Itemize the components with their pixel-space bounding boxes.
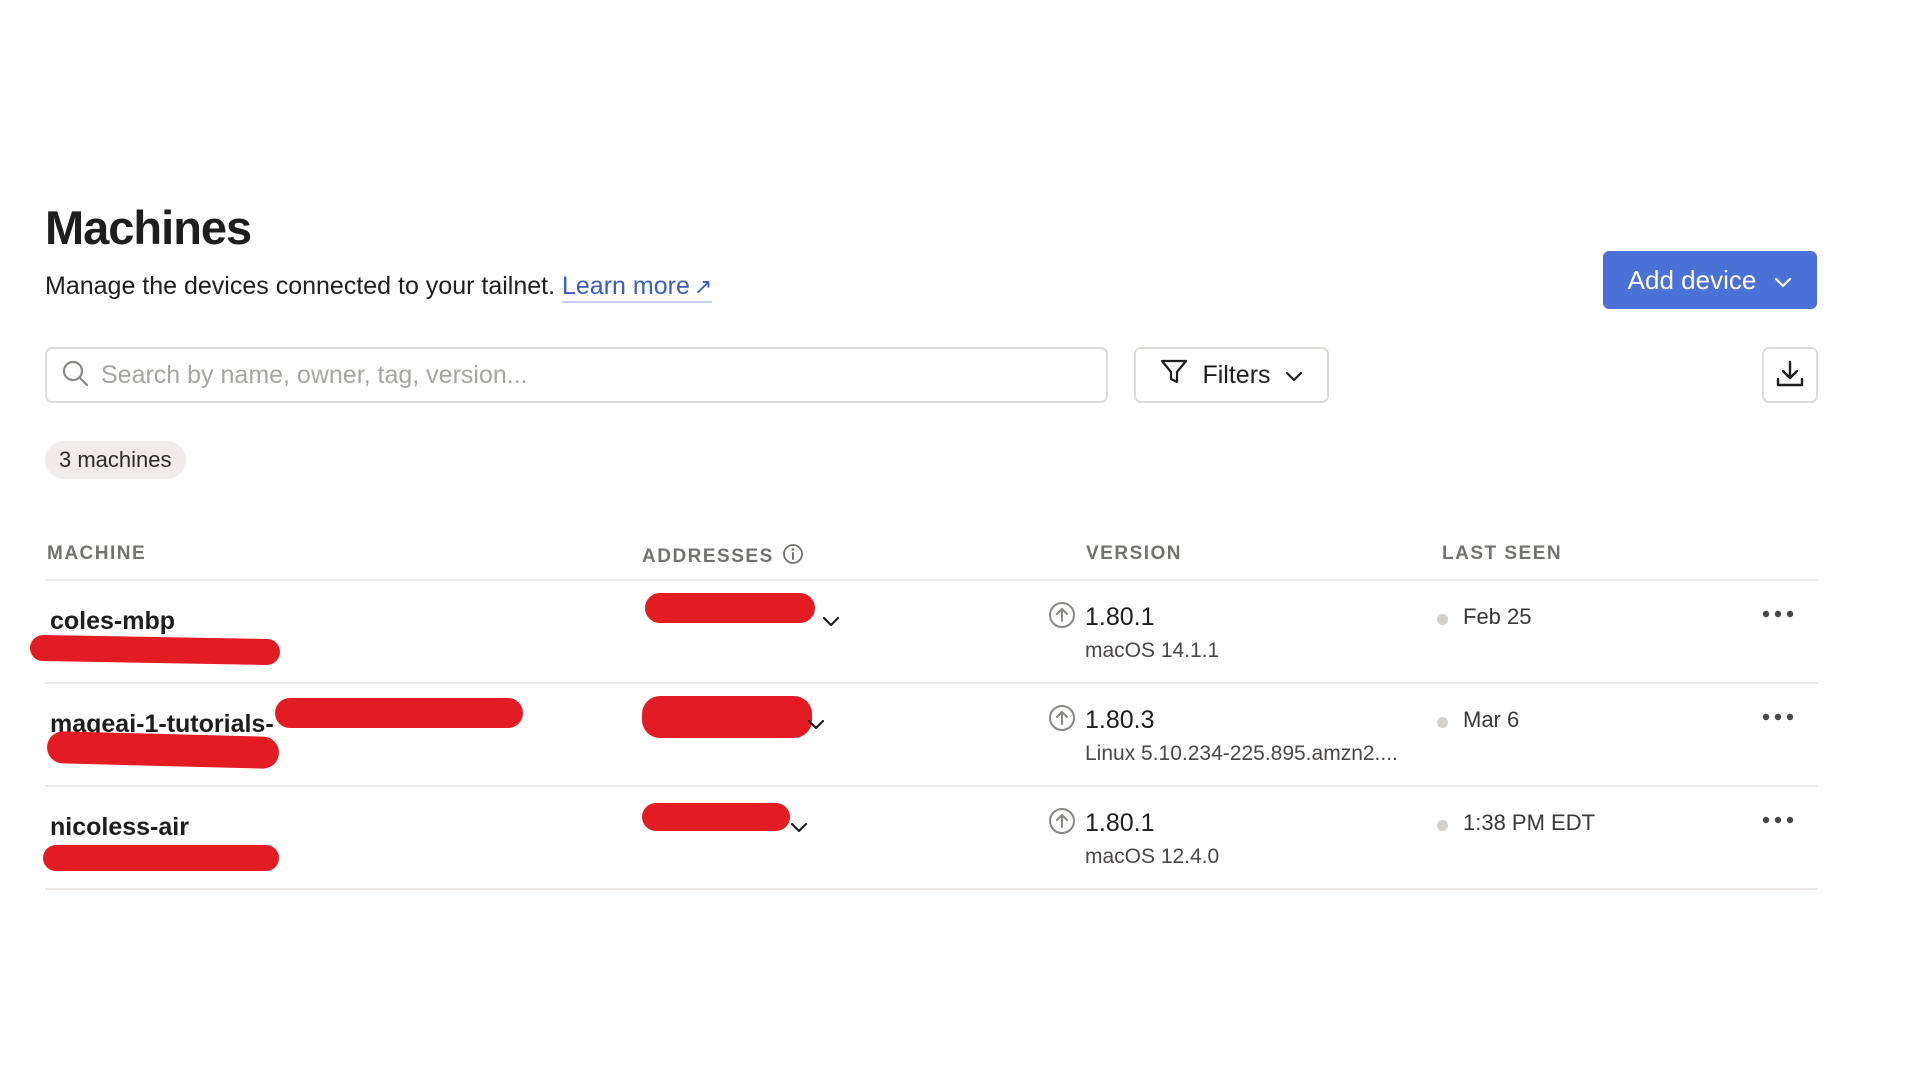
chevron-down-icon[interactable] — [807, 718, 825, 736]
update-available-icon[interactable] — [1048, 807, 1076, 840]
search-box[interactable] — [45, 347, 1108, 403]
more-options-icon[interactable] — [1756, 805, 1800, 835]
redaction-mark — [29, 634, 281, 666]
learn-more-label: Learn more — [562, 272, 690, 300]
column-label: MACHINE — [47, 543, 147, 564]
chevron-down-icon — [1285, 361, 1303, 390]
update-available-icon[interactable] — [1048, 601, 1076, 634]
machines-table: MACHINE ADDRESSES VERSION LAST SEEN cole… — [29, 535, 1818, 890]
column-label: LAST SEEN — [1442, 543, 1563, 564]
page-title: Machines — [45, 201, 252, 254]
status-dot — [1437, 717, 1448, 728]
more-options-icon[interactable] — [1756, 702, 1800, 732]
filters-label: Filters — [1202, 360, 1271, 389]
filters-button[interactable]: Filters — [1134, 347, 1329, 403]
last-seen: 1:38 PM EDT — [1463, 810, 1596, 835]
column-header-machine[interactable]: MACHINE — [47, 543, 146, 565]
external-link-icon: ↗ — [693, 274, 713, 299]
table-row[interactable]: mageai-1-tutorials- 1.80.3 Linux 5.10.23… — [45, 684, 1818, 787]
version-number: 1.80.1 — [1085, 603, 1155, 631]
table-row[interactable]: coles-mbp 1.80.1 macOS 14.1.1 Feb 25 — [29, 581, 1818, 684]
column-label: ADDRESSES — [642, 546, 774, 567]
version-number: 1.80.1 — [1085, 809, 1155, 837]
learn-more-link[interactable]: Learn more ↗ — [562, 272, 713, 303]
os-version: macOS 14.1.1 — [1085, 639, 1220, 662]
status-dot — [1437, 820, 1448, 831]
download-icon — [1775, 359, 1805, 392]
add-device-label: Add device — [1627, 264, 1757, 295]
table-row[interactable]: nicoless-air 1.80.1 macOS 12.4.0 1:38 PM… — [43, 787, 1818, 890]
more-options-icon[interactable] — [1756, 599, 1800, 629]
search-icon — [61, 359, 89, 392]
column-header-addresses[interactable]: ADDRESSES — [642, 543, 804, 571]
os-version: macOS 12.4.0 — [1085, 845, 1220, 868]
chevron-down-icon[interactable] — [822, 615, 840, 633]
os-version: Linux 5.10.234-225.895.amzn2.... — [1085, 742, 1398, 765]
column-label: VERSION — [1086, 543, 1183, 564]
info-icon[interactable] — [782, 543, 804, 571]
redaction-mark — [645, 593, 815, 623]
last-seen: Feb 25 — [1463, 604, 1532, 629]
machine-name[interactable]: nicoless-air — [50, 813, 189, 842]
page-subtitle: Manage the devices connected to your tai… — [45, 272, 713, 303]
column-header-version[interactable]: VERSION — [1086, 543, 1182, 565]
last-seen: Mar 6 — [1463, 707, 1520, 732]
search-input[interactable] — [101, 360, 1061, 390]
machine-name[interactable]: coles-mbp — [50, 607, 175, 636]
redaction-mark — [46, 730, 280, 770]
table-header: MACHINE ADDRESSES VERSION LAST SEEN — [45, 535, 1818, 581]
redaction-mark — [43, 845, 279, 871]
machine-count-badge: 3 machines — [45, 441, 186, 479]
chevron-down-icon — [1774, 265, 1792, 296]
chevron-down-icon[interactable] — [790, 821, 808, 839]
redaction-mark — [642, 803, 790, 831]
redaction-mark — [275, 698, 523, 728]
update-available-icon[interactable] — [1048, 704, 1076, 737]
status-dot — [1437, 614, 1448, 625]
version-number: 1.80.3 — [1085, 706, 1155, 734]
subtitle-text: Manage the devices connected to your tai… — [45, 272, 556, 300]
download-button[interactable] — [1762, 347, 1818, 403]
redaction-mark — [642, 696, 812, 738]
filter-icon — [1160, 359, 1188, 392]
column-header-last-seen[interactable]: LAST SEEN — [1442, 543, 1562, 565]
add-device-button[interactable]: Add device — [1603, 251, 1817, 309]
